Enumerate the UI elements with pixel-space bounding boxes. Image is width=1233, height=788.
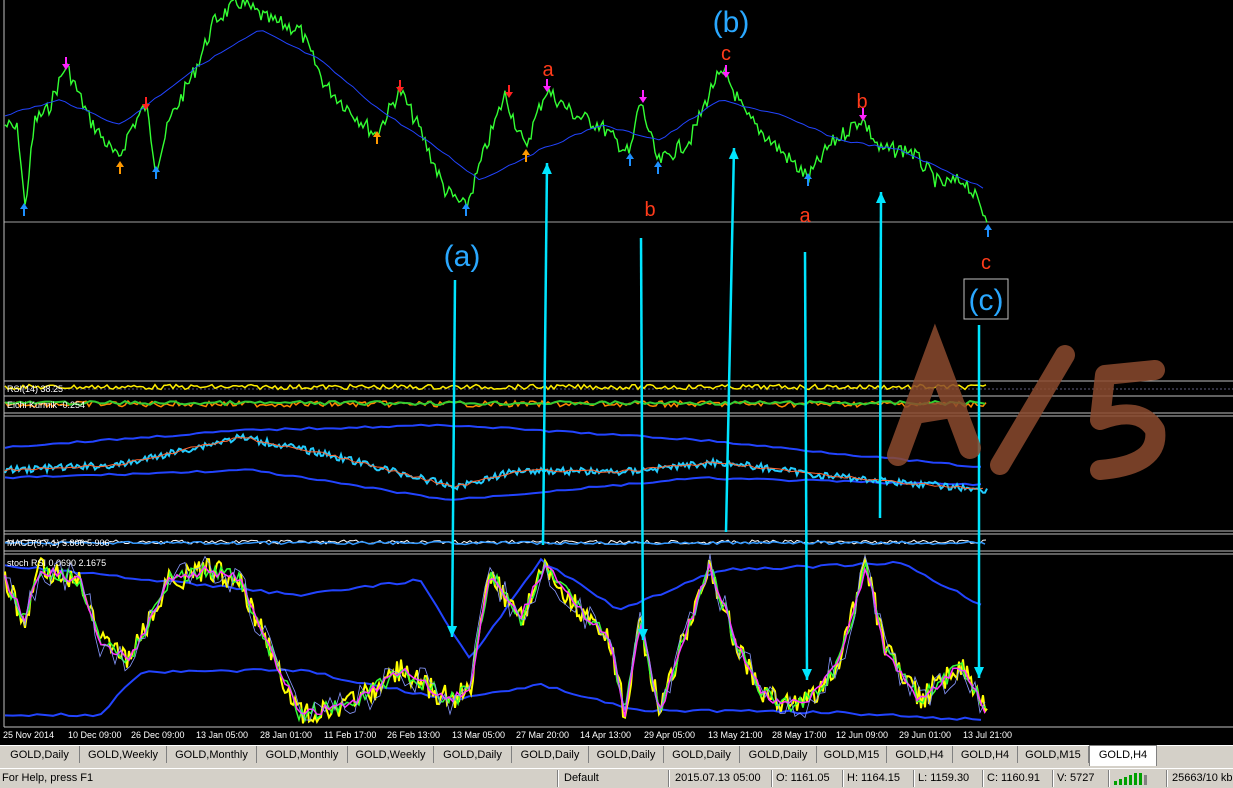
date-tick: 29 Jun 01:00 [899,730,951,740]
wave-label-c: c [721,43,731,65]
date-tick: 26 Dec 09:00 [131,730,185,740]
status-datetime: 2015.07.13 05:00 [675,772,761,784]
tab-gold-daily[interactable]: GOLD,Daily [0,746,80,763]
tab-gold-daily[interactable]: GOLD,Daily [664,746,740,763]
macd-label: MACD(9,7,1) 5.806 5.906 [7,538,110,548]
tab-gold-daily[interactable]: GOLD,Daily [434,746,512,763]
date-tick: 13 May 21:00 [708,730,763,740]
date-tick: 13 Jan 05:00 [196,730,248,740]
tab-gold-monthly[interactable]: GOLD,Monthly [257,746,348,763]
status-traffic: 25663/10 kb [1172,772,1233,784]
status-profile: Default [564,772,599,784]
wave-degree-c: (c) [969,284,1004,317]
date-tick: 11 Feb 17:00 [324,730,376,740]
wave-label-c-lower: c [981,252,991,274]
wave-degree-b: (b) [713,6,750,39]
tab-gold-m15[interactable]: GOLD,M15 [1018,746,1089,763]
date-tick: 10 Dec 09:00 [68,730,122,740]
tab-gold-monthly[interactable]: GOLD,Monthly [167,746,257,763]
tab-gold-weekly[interactable]: GOLD,Weekly [348,746,434,763]
wave-label-b: b [856,91,867,113]
status-bar: For Help, press F1 Default 2015.07.13 05… [0,768,1233,788]
stoch-rsi-label: stoch RSI 0.0690 2.1675 [7,558,106,568]
wave-label-a-lower: a [799,205,811,227]
date-tick: 12 Jun 09:00 [836,730,888,740]
tab-gold-h4-active[interactable]: GOLD,H4 [1089,745,1157,766]
guide-arrow-shaft [878,191,883,519]
tab-gold-weekly[interactable]: GOLD,Weekly [80,746,167,763]
tab-gold-m15[interactable]: GOLD,M15 [817,746,887,763]
chart-tab-bar: GOLD,Daily GOLD,Weekly GOLD,Monthly GOLD… [0,745,1233,769]
wave-label-a: a [542,59,554,81]
date-tick: 25 Nov 2014 [3,730,54,740]
tab-gold-daily[interactable]: GOLD,Daily [512,746,589,763]
status-low: L: 1159.30 [918,772,970,784]
status-high: H: 1164.15 [847,772,901,784]
date-tick: 28 May 17:00 [772,730,827,740]
connection-bars-icon [1114,773,1147,785]
rsi-label: RSI(14) 38.25 [7,384,63,394]
tab-gold-h4[interactable]: GOLD,H4 [887,746,953,763]
date-tick: 29 Apr 05:00 [644,730,695,740]
tab-gold-h4[interactable]: GOLD,H4 [953,746,1018,763]
tab-gold-daily[interactable]: GOLD,Daily [740,746,817,763]
status-help: For Help, press F1 [2,772,94,784]
wave-degree-a: (a) [444,240,481,273]
price-chart[interactable]: a c b b a c (b) (a) (c) RSI(14) 38.25 Ei… [0,0,1233,745]
ichimoku-label: Eichi Kurmik -0.254 [7,400,85,410]
date-tick: 26 Feb 13:00 [387,730,440,740]
date-tick: 13 Jul 21:00 [963,730,1012,740]
wave-label-b-lower: b [644,199,655,221]
status-open: O: 1161.05 [776,772,830,784]
date-tick: 27 Mar 20:00 [516,730,569,740]
date-tick: 13 Mar 05:00 [452,730,505,740]
status-volume: V: 5727 [1057,772,1095,784]
tab-gold-daily[interactable]: GOLD,Daily [589,746,664,763]
date-tick: 28 Jan 01:00 [260,730,312,740]
date-tick: 14 Apr 13:00 [580,730,631,740]
status-close: C: 1160.91 [987,772,1041,784]
